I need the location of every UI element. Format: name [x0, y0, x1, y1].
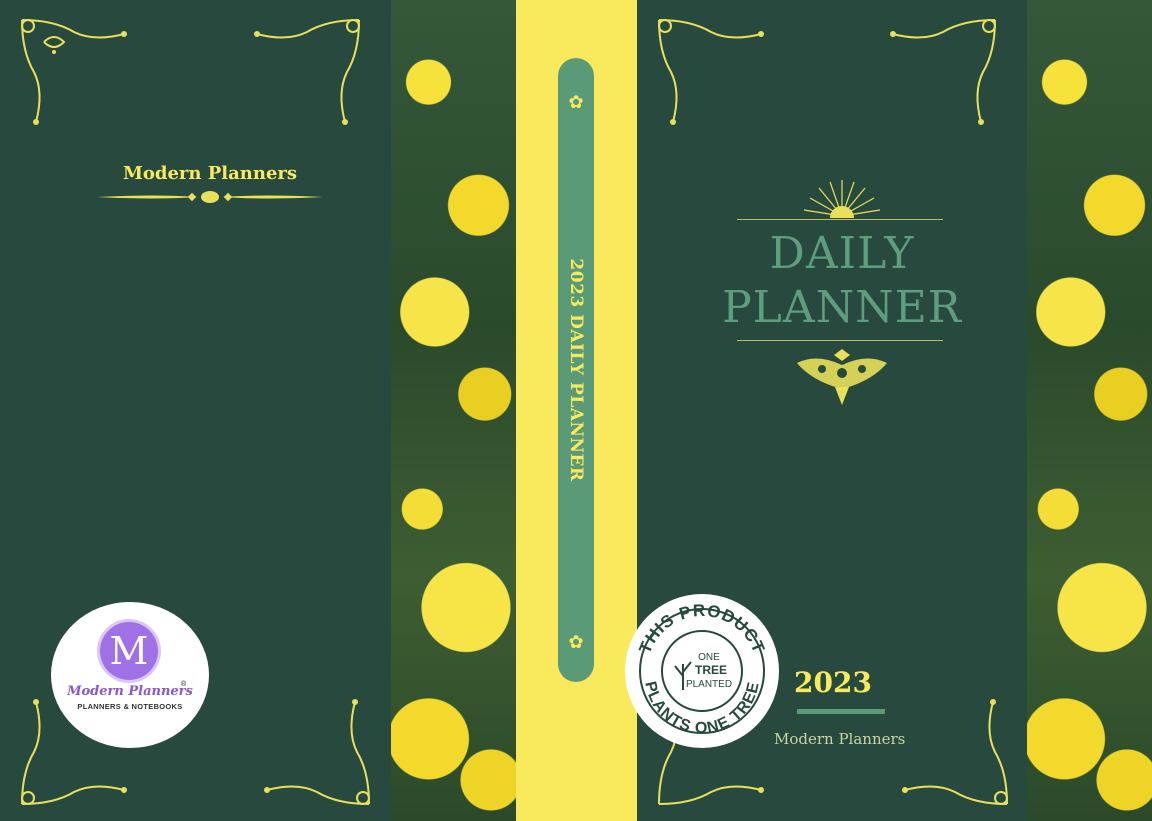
badge-center-line3: PLANTED — [686, 679, 732, 690]
flower-icon: ✿ — [568, 632, 584, 653]
one-tree-planted-badge: THIS PRODUCT PLANTS ONE TREE ONE TREE PL… — [625, 594, 779, 748]
back-cover: Modern Planners M Modern Planners ® PLAN… — [0, 0, 391, 821]
front-brand-name: Modern Planners — [774, 730, 906, 748]
flower-photo-strip-left — [391, 0, 516, 821]
filigree-ornament — [797, 349, 887, 405]
cover-year: 2023 — [794, 666, 872, 699]
brand-logo: M Modern Planners ® PLANNERS & NOTEBOOKS — [51, 602, 209, 748]
corner-ornament-bottom-right — [264, 699, 370, 805]
title-rule-top — [737, 219, 943, 220]
corner-ornament-top-right — [254, 19, 360, 125]
year-underline — [797, 709, 885, 714]
corner-ornament-top-left — [21, 19, 127, 125]
corner-ornament-top-left — [658, 19, 764, 125]
flower-photo-strip-right — [1027, 0, 1152, 821]
flower-icon: ✿ — [568, 92, 584, 113]
cover-title-daily: DAILY — [769, 228, 915, 279]
badge-graphic: THIS PRODUCT PLANTS ONE TREE ONE TREE PL… — [630, 599, 774, 743]
sunburst-ornament — [803, 180, 881, 218]
badge-center-line2: TREE — [695, 663, 727, 677]
spine-band: ✿ 2023 DAILY PLANNER ✿ — [558, 58, 594, 682]
back-divider-ornament — [97, 191, 323, 203]
front-cover: DAILY PLANNER THIS PRODUCT PLANTS ONE TR… — [625, 0, 1027, 821]
spine: ✿ 2023 DAILY PLANNER ✿ — [516, 0, 637, 821]
planner-cover-spread: Modern Planners M Modern Planners ® PLAN… — [0, 0, 1152, 821]
logo-registered-mark: ® — [180, 680, 187, 688]
spine-title: 2023 DAILY PLANNER — [566, 258, 586, 482]
badge-center-line1: ONE — [698, 652, 720, 663]
cover-title-planner: PLANNER — [722, 282, 962, 333]
logo-tagline: PLANNERS & NOTEBOOKS — [77, 702, 183, 711]
corner-ornament-top-right — [890, 19, 996, 125]
back-brand-title: Modern Planners — [122, 163, 298, 184]
title-rule-bottom — [737, 340, 943, 341]
logo-monogram: M — [100, 622, 158, 680]
